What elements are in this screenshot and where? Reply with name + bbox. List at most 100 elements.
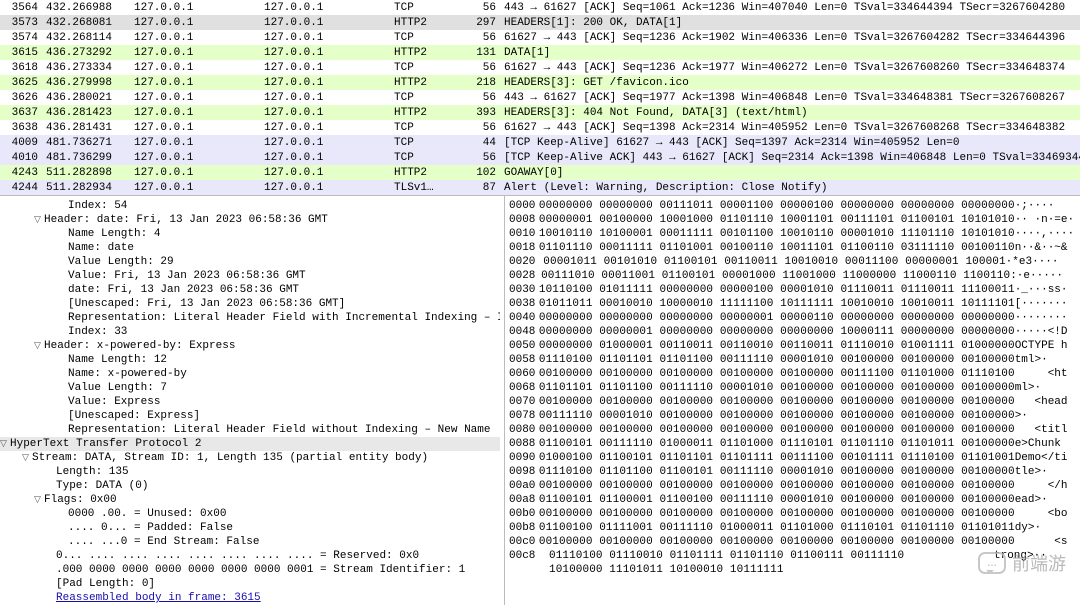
hex-offset: 00c0 — [509, 535, 539, 549]
packet-dst: 127.0.0.1 — [260, 90, 390, 105]
hex-row[interactable]: 000000000000 00000000 00111011 00001100 … — [509, 199, 1076, 213]
packet-proto: HTTP2 — [390, 165, 458, 180]
detail-line[interactable]: Value: Fri, 13 Jan 2023 06:58:36 GMT — [10, 269, 500, 283]
detail-line[interactable]: Value Length: 29 — [10, 255, 500, 269]
detail-text: Representation: Literal Header Field wit… — [68, 312, 500, 324]
packet-no: 4009 — [0, 135, 42, 150]
detail-line[interactable]: Name Length: 4 — [10, 227, 500, 241]
hex-row[interactable]: 007000100000 00100000 00100000 00100000 … — [509, 395, 1076, 409]
hex-row[interactable]: 002000001011 00101010 01100101 00110011 … — [509, 255, 1076, 269]
detail-line[interactable]: Reassembled body in frame: 3615 — [10, 591, 500, 605]
hex-ascii: <s — [1015, 535, 1076, 549]
hex-row[interactable]: 00b000100000 00100000 00100000 00100000 … — [509, 507, 1076, 521]
packet-info: HEADERS[3]: 404 Not Found, DATA[3] (text… — [500, 105, 1080, 120]
detail-line[interactable]: date: Fri, 13 Jan 2023 06:58:36 GMT — [10, 283, 500, 297]
packet-len: 56 — [458, 30, 500, 45]
hex-row[interactable]: 004800000000 00000001 00000000 00000000 … — [509, 325, 1076, 339]
tree-twisty-icon[interactable]: ▽ — [34, 493, 44, 507]
detail-line[interactable]: Value: Express — [10, 395, 500, 409]
hex-bits: 00000000 00000000 00000000 00000001 0000… — [539, 311, 1015, 325]
hex-row[interactable]: 000800000001 00100000 10001000 01101110 … — [509, 213, 1076, 227]
detail-line[interactable]: 0000 .00. = Unused: 0x00 — [10, 507, 500, 521]
hex-bits: 00100000 00100000 00100000 00100000 0010… — [539, 367, 1015, 381]
detail-line[interactable]: Name Length: 12 — [10, 353, 500, 367]
packet-src: 127.0.0.1 — [130, 60, 260, 75]
packet-row[interactable]: 3574432.268114127.0.0.1127.0.0.1TCP56616… — [0, 30, 1080, 45]
hex-row[interactable]: 00c000100000 00100000 00100000 00100000 … — [509, 535, 1076, 549]
detail-line[interactable]: .000 0000 0000 0000 0000 0000 0000 0001 … — [10, 563, 500, 577]
hex-row[interactable]: 001010010110 10100001 00011111 00101100 … — [509, 227, 1076, 241]
packet-row[interactable]: 3615436.273292127.0.0.1127.0.0.1HTTP2131… — [0, 45, 1080, 60]
detail-line[interactable]: [Unescaped: Express] — [10, 409, 500, 423]
packet-bytes-pane[interactable]: 000000000000 00000000 00111011 00001100 … — [505, 196, 1080, 605]
detail-line[interactable]: Index: 54 — [10, 199, 500, 213]
detail-line[interactable]: ▽Flags: 0x00 — [10, 493, 500, 507]
hex-offset: 0068 — [509, 381, 539, 395]
detail-line[interactable]: [Pad Length: 0] — [10, 577, 500, 591]
hex-row[interactable]: 009001000100 01100101 01101101 01101111 … — [509, 451, 1076, 465]
hex-row[interactable]: 005801110100 01101101 01101100 00111110 … — [509, 353, 1076, 367]
hex-row[interactable]: 006801101101 01101100 00111110 00001010 … — [509, 381, 1076, 395]
hex-row[interactable]: 008000100000 00100000 00100000 00100000 … — [509, 423, 1076, 437]
detail-line[interactable]: Name: date — [10, 241, 500, 255]
packet-len: 56 — [458, 120, 500, 135]
detail-line[interactable]: Representation: Literal Header Field wit… — [10, 423, 500, 437]
packet-row[interactable]: 4009481.736271127.0.0.1127.0.0.1TCP44[TC… — [0, 135, 1080, 150]
packet-row[interactable]: 3573432.268081127.0.0.1127.0.0.1HTTP2297… — [0, 15, 1080, 30]
packet-details-pane[interactable]: Index: 54▽Header: date: Fri, 13 Jan 2023… — [0, 196, 505, 605]
hex-row[interactable]: 005000000000 01000001 00110011 00110010 … — [509, 339, 1076, 353]
hex-row[interactable]: 007800111110 00001010 00100000 00100000 … — [509, 409, 1076, 423]
detail-line[interactable]: .... ...0 = End Stream: False — [10, 535, 500, 549]
packet-dst: 127.0.0.1 — [260, 105, 390, 120]
packet-time: 432.268081 — [42, 15, 130, 30]
detail-line[interactable]: ▽HyperText Transfer Protocol 2 — [0, 437, 500, 451]
hex-row[interactable]: 003801011011 00010010 10000010 11111100 … — [509, 297, 1076, 311]
packet-row[interactable]: 4010481.736299127.0.0.1127.0.0.1TCP56[TC… — [0, 150, 1080, 165]
packet-row[interactable]: 3564432.266988127.0.0.1127.0.0.1TCP56443… — [0, 0, 1080, 15]
packet-list-table[interactable]: 3564432.266988127.0.0.1127.0.0.1TCP56443… — [0, 0, 1080, 195]
packet-info: DATA[1] — [500, 45, 1080, 60]
packet-src: 127.0.0.1 — [130, 30, 260, 45]
packet-row[interactable]: 3637436.281423127.0.0.1127.0.0.1HTTP2393… — [0, 105, 1080, 120]
tree-twisty-icon[interactable]: ▽ — [34, 213, 44, 227]
hex-row[interactable]: 002800111010 00011001 01100101 00001000 … — [509, 269, 1076, 283]
packet-row[interactable]: 4243511.282898127.0.0.1127.0.0.1HTTP2102… — [0, 165, 1080, 180]
hex-bits: 01100100 01111001 00111110 01000011 0110… — [539, 521, 1015, 535]
hex-row[interactable]: 009801110100 01101100 01100101 00111110 … — [509, 465, 1076, 479]
detail-line[interactable]: 0... .... .... .... .... .... .... .... … — [10, 549, 500, 563]
hex-row[interactable]: 00a000100000 00100000 00100000 00100000 … — [509, 479, 1076, 493]
packet-time: 436.273292 — [42, 45, 130, 60]
hex-bits: 01101110 00011111 01101001 00100110 1001… — [539, 241, 1015, 255]
tree-twisty-icon[interactable]: ▽ — [34, 339, 44, 353]
detail-line[interactable]: ▽Header: date: Fri, 13 Jan 2023 06:58:36… — [10, 213, 500, 227]
detail-line[interactable]: Length: 135 — [10, 465, 500, 479]
hex-row[interactable]: 001801101110 00011111 01101001 00100110 … — [509, 241, 1076, 255]
packet-row[interactable]: 3638436.281431127.0.0.1127.0.0.1TCP56616… — [0, 120, 1080, 135]
detail-line[interactable]: Value Length: 7 — [10, 381, 500, 395]
packet-proto: HTTP2 — [390, 105, 458, 120]
packet-row[interactable]: 3618436.273334127.0.0.1127.0.0.1TCP56616… — [0, 60, 1080, 75]
packet-len: 393 — [458, 105, 500, 120]
detail-line[interactable]: Name: x-powered-by — [10, 367, 500, 381]
packet-time: 432.268114 — [42, 30, 130, 45]
detail-line[interactable]: ▽Stream: DATA, Stream ID: 1, Length 135 … — [10, 451, 500, 465]
packet-row[interactable]: 3625436.279998127.0.0.1127.0.0.1HTTP2218… — [0, 75, 1080, 90]
detail-line[interactable]: Index: 33 — [10, 325, 500, 339]
hex-row[interactable]: 003010110100 01011111 00000000 00000100 … — [509, 283, 1076, 297]
hex-row[interactable]: 004000000000 00000000 00000000 00000001 … — [509, 311, 1076, 325]
hex-row[interactable]: 006000100000 00100000 00100000 00100000 … — [509, 367, 1076, 381]
packet-row[interactable]: 3626436.280021127.0.0.1127.0.0.1TCP56443… — [0, 90, 1080, 105]
detail-line[interactable]: [Unescaped: Fri, 13 Jan 2023 06:58:36 GM… — [10, 297, 500, 311]
detail-line[interactable]: ▽Header: x-powered-by: Express — [10, 339, 500, 353]
detail-line[interactable]: Representation: Literal Header Field wit… — [10, 311, 500, 325]
hex-row[interactable]: 00a801100101 01100001 01100100 00111110 … — [509, 493, 1076, 507]
hex-row[interactable]: 008801100101 00111110 01000011 01101000 … — [509, 437, 1076, 451]
hex-offset: 0098 — [509, 465, 539, 479]
detail-line[interactable]: Type: DATA (0) — [10, 479, 500, 493]
packet-row[interactable]: 4244511.282934127.0.0.1127.0.0.1TLSv1…87… — [0, 180, 1080, 195]
tree-twisty-icon[interactable]: ▽ — [22, 451, 32, 465]
packet-time: 511.282898 — [42, 165, 130, 180]
detail-line[interactable]: .... 0... = Padded: False — [10, 521, 500, 535]
tree-twisty-icon[interactable]: ▽ — [0, 437, 10, 451]
hex-row[interactable]: 00b801100100 01111001 00111110 01000011 … — [509, 521, 1076, 535]
